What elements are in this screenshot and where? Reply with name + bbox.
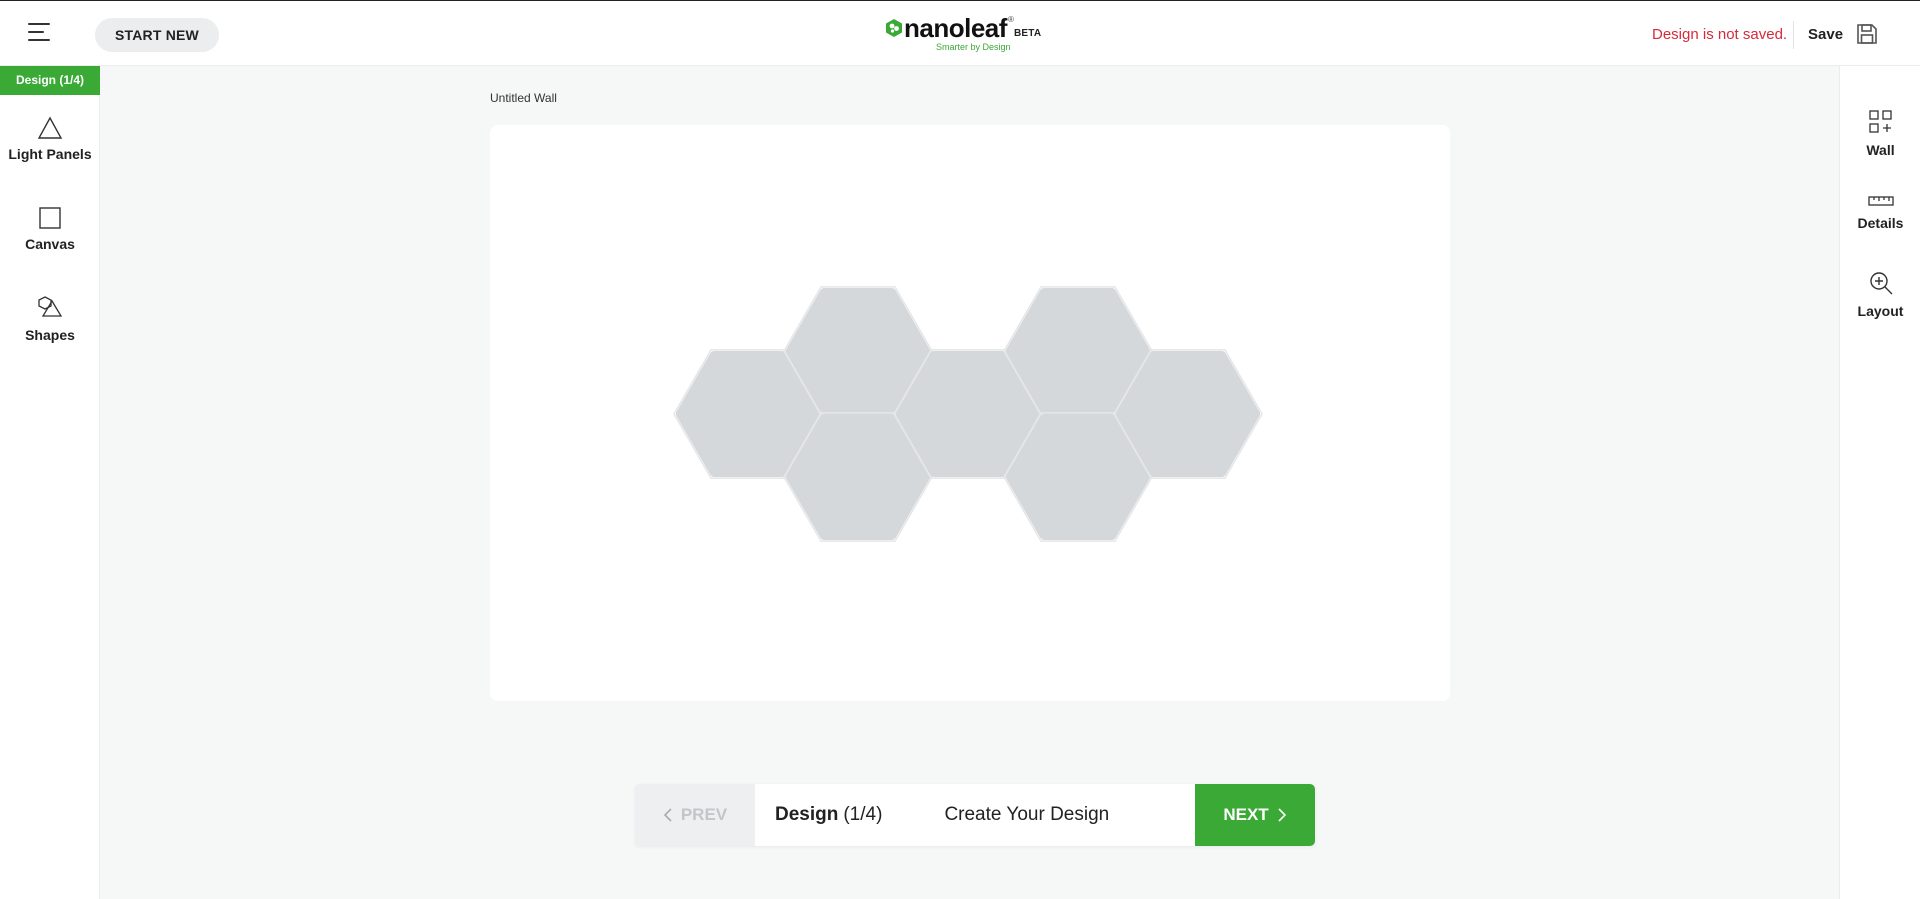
- logo-tagline: Smarter by Design: [936, 42, 1011, 52]
- shapes-icon: [38, 296, 63, 317]
- tool-layout[interactable]: Layout: [1840, 270, 1920, 319]
- save-label: Save: [1808, 25, 1844, 43]
- step-badge: Design (1/4): [0, 66, 100, 95]
- zoom-in-icon: [1869, 272, 1892, 295]
- tool-label-shapes: Shapes: [25, 327, 75, 343]
- tool-shapes[interactable]: Shapes: [0, 295, 100, 343]
- prev-label: PREV: [680, 805, 728, 824]
- beta-badge: BETA: [1014, 28, 1042, 39]
- chevron-right-icon: [1278, 808, 1286, 822]
- floppy-disk-icon: [1857, 24, 1877, 44]
- hex-panel[interactable]: [896, 351, 1040, 477]
- left-toolbar: Design (1/4) Light Panels Canvas Shapes: [0, 66, 100, 899]
- tool-label-layout: Layout: [1857, 303, 1904, 319]
- logo-wordmark: nanoleaf: [904, 13, 1007, 43]
- step-info: Design (1/4) Create Your Design: [755, 784, 1195, 846]
- hex-panel[interactable]: [1116, 351, 1260, 477]
- chevron-left-icon: [663, 808, 672, 822]
- hex-panel[interactable]: [1006, 288, 1150, 414]
- tool-label-light-panels: Light Panels: [8, 146, 92, 162]
- header-divider: [1793, 21, 1794, 49]
- triangle-icon: [37, 116, 63, 139]
- design-canvas[interactable]: [490, 125, 1450, 701]
- tool-details[interactable]: Details: [1840, 194, 1920, 231]
- next-label: NEXT: [1223, 805, 1269, 824]
- hex-panel[interactable]: [1006, 414, 1150, 540]
- ruler-icon: [1867, 196, 1894, 206]
- hex-panel[interactable]: [676, 351, 820, 477]
- wall-title: Untitled Wall: [490, 91, 557, 105]
- right-toolbar: Wall Details Layout: [1839, 66, 1920, 899]
- nanoleaf-leaf-icon: [886, 19, 902, 37]
- nanoleaf-logo: nanoleaf ® BETA Smarter by Design: [884, 13, 1044, 55]
- save-status-text: Design is not saved.: [1652, 26, 1788, 43]
- tool-canvas[interactable]: Canvas: [0, 206, 100, 252]
- top-header: START NEW nanoleaf ® BETA Smarter by Des…: [0, 0, 1920, 66]
- prev-button[interactable]: PREV: [635, 784, 755, 846]
- tool-label-canvas: Canvas: [25, 236, 75, 252]
- save-button[interactable]: Save: [1808, 19, 1879, 49]
- step-description: Create Your Design: [944, 804, 1110, 825]
- step-navigation-bar: PREV Design (1/4) Create Your Design NEX…: [635, 784, 1315, 846]
- logo-registered-mark: ®: [1008, 15, 1014, 24]
- tool-wall[interactable]: Wall: [1840, 109, 1920, 158]
- tool-light-panels[interactable]: Light Panels: [0, 116, 100, 162]
- hex-layout: [673, 286, 1263, 542]
- hex-panel[interactable]: [786, 288, 930, 414]
- square-icon: [39, 207, 61, 229]
- grid-add-icon: [1868, 110, 1892, 133]
- step-name: Design: [775, 804, 839, 825]
- tool-label-wall: Wall: [1866, 142, 1895, 158]
- start-new-button[interactable]: START NEW: [95, 18, 219, 52]
- hex-panel[interactable]: [786, 414, 930, 540]
- next-button[interactable]: NEXT: [1195, 784, 1315, 846]
- step-count: (1/4): [843, 804, 883, 825]
- menu-icon[interactable]: [28, 23, 54, 45]
- tool-label-details: Details: [1857, 215, 1904, 231]
